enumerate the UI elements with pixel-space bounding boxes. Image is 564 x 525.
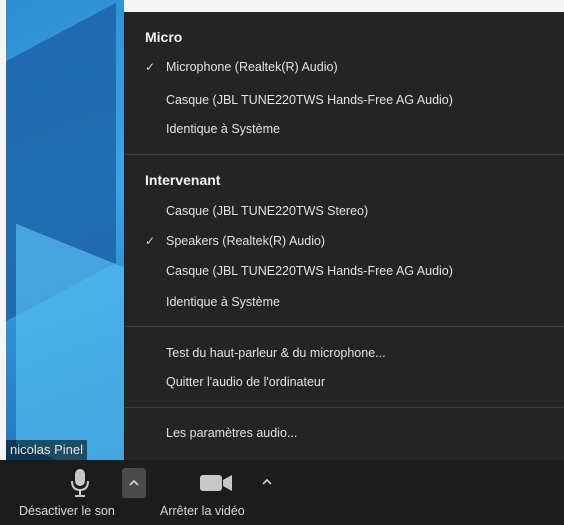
- menu-divider: [125, 154, 564, 155]
- menu-item-label: Test du haut-parleur & du microphone...: [166, 346, 386, 360]
- audio-options-menu: Micro ✓ Microphone (Realtek(R) Audio) Ca…: [124, 12, 564, 460]
- menu-item-mic-realtek[interactable]: ✓ Microphone (Realtek(R) Audio): [125, 54, 564, 80]
- check-icon: ✓: [145, 60, 156, 74]
- chevron-up-icon: [129, 479, 139, 486]
- menu-item-label: Casque (JBL TUNE220TWS Hands-Free AG Aud…: [166, 264, 453, 278]
- menu-item-speaker-same-as-system[interactable]: Identique à Système: [125, 289, 564, 315]
- menu-item-leave-computer-audio[interactable]: Quitter l'audio de l'ordinateur: [125, 369, 564, 395]
- menu-item-label: Microphone (Realtek(R) Audio): [166, 60, 338, 74]
- menu-item-label: Les paramètres audio...: [166, 426, 298, 440]
- menu-item-mic-jbl-handsfree[interactable]: Casque (JBL TUNE220TWS Hands-Free AG Aud…: [125, 87, 564, 113]
- menu-item-speaker-jbl-handsfree[interactable]: Casque (JBL TUNE220TWS Hands-Free AG Aud…: [125, 258, 564, 284]
- menu-item-test-speaker-mic[interactable]: Test du haut-parleur & du microphone...: [125, 340, 564, 366]
- stop-video-button[interactable]: Arrêter la vidéo: [160, 460, 256, 525]
- menu-item-speaker-realtek[interactable]: ✓ Speakers (Realtek(R) Audio): [125, 228, 564, 254]
- stop-video-label: Arrêter la vidéo: [160, 504, 245, 518]
- participant-name-tag: nicolas Pinel: [6, 440, 87, 460]
- check-icon: ✓: [145, 234, 156, 248]
- menu-item-label: Casque (JBL TUNE220TWS Hands-Free AG Aud…: [166, 93, 453, 107]
- speaker-section-title: Intervenant: [145, 172, 221, 188]
- menu-item-audio-settings[interactable]: Les paramètres audio...: [125, 420, 564, 446]
- chevron-up-icon: [262, 478, 272, 485]
- audio-options-caret[interactable]: [122, 468, 146, 498]
- menu-item-mic-same-as-system[interactable]: Identique à Système: [125, 116, 564, 142]
- menu-item-label: Identique à Système: [166, 295, 280, 309]
- mute-button[interactable]: Désactiver le son: [14, 460, 124, 525]
- mute-label: Désactiver le son: [19, 504, 115, 518]
- menu-item-label: Quitter l'audio de l'ordinateur: [166, 375, 326, 389]
- menu-item-speaker-jbl-stereo[interactable]: Casque (JBL TUNE220TWS Stereo): [125, 198, 564, 224]
- micro-section-title: Micro: [145, 29, 183, 45]
- video-options-caret[interactable]: [258, 474, 276, 490]
- menu-item-label: Identique à Système: [166, 122, 280, 136]
- participant-video-tile: [6, 0, 124, 460]
- microphone-icon: [71, 469, 89, 497]
- menu-divider: [125, 326, 564, 327]
- menu-divider: [125, 407, 564, 408]
- menu-item-label: Speakers (Realtek(R) Audio): [166, 234, 326, 248]
- video-camera-icon: [200, 475, 232, 491]
- menu-item-label: Casque (JBL TUNE220TWS Stereo): [166, 204, 369, 218]
- meeting-toolbar: Désactiver le son Arrêter la vidéo: [0, 460, 564, 525]
